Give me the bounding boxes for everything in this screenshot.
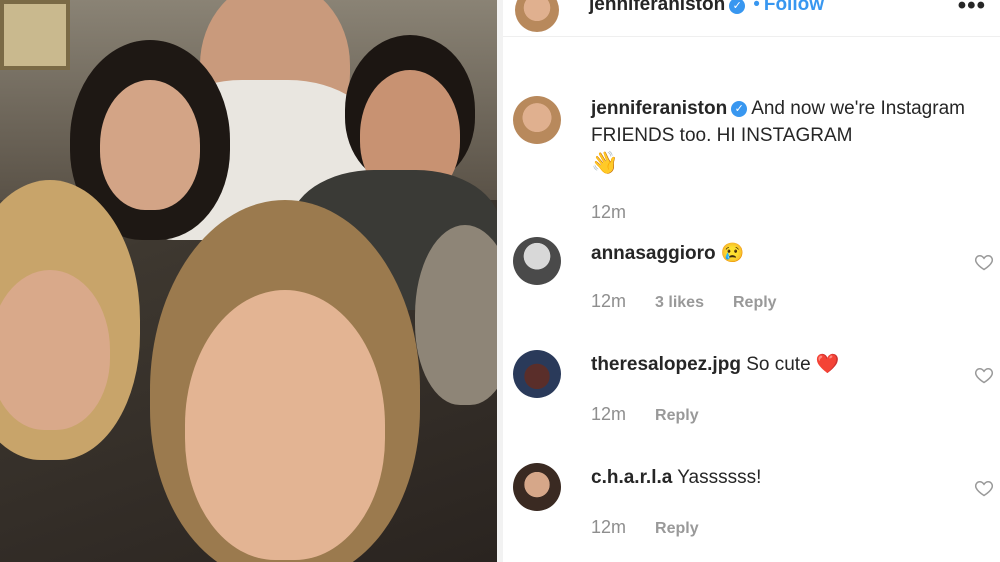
comment-text: c.h.a.r.l.a Yassssss! (591, 464, 980, 491)
comment-row: annasaggioro 😢 12m 3 likes Reply (503, 235, 1000, 325)
comment-time: 12m (591, 517, 627, 537)
comment-username[interactable]: theresalopez.jpg (591, 354, 741, 375)
author-avatar[interactable] (515, 0, 559, 32)
person-front-face (185, 290, 385, 560)
comment-username[interactable]: c.h.a.r.l.a (591, 467, 672, 488)
caption-username[interactable]: jenniferaniston (591, 98, 727, 119)
crying-emoji-icon: 😢 (720, 243, 745, 264)
heart-outline-icon[interactable] (974, 252, 994, 272)
heart-outline-icon[interactable] (974, 478, 994, 498)
caption-time: 12m (591, 202, 627, 222)
comment-meta: 12m Reply (591, 404, 699, 425)
header-line: jenniferaniston ✓ • Follow (589, 0, 824, 16)
reply-button[interactable]: Reply (655, 520, 699, 537)
comment-avatar[interactable] (513, 463, 561, 511)
verified-badge-icon: ✓ (729, 0, 746, 14)
comment-text: theresalopez.jpg So cute ❤️ (591, 351, 980, 378)
post-photo[interactable] (0, 0, 497, 562)
post-header: jenniferaniston ✓ • Follow ••• (503, 0, 1000, 37)
comment-body: So cute (746, 354, 811, 375)
heart-emoji-icon: ❤️ (815, 354, 840, 375)
comment-row: theresalopez.jpg So cute ❤️ 12m Reply (503, 348, 1000, 438)
separator-dot: • (753, 0, 760, 15)
comment-username[interactable]: annasaggioro (591, 243, 716, 264)
follow-button[interactable]: Follow (764, 0, 824, 15)
reply-button[interactable]: Reply (733, 294, 777, 311)
comment-meta: 12m 3 likes Reply (591, 291, 777, 312)
comment-time: 12m (591, 404, 627, 424)
person-face-left (100, 80, 200, 210)
caption-avatar[interactable] (513, 96, 561, 144)
more-options-icon[interactable]: ••• (958, 0, 986, 20)
author-username[interactable]: jenniferaniston (589, 0, 725, 15)
comments-panel: jenniferaniston ✓ • Follow ••• jenniferanis… (503, 0, 1000, 562)
wall-picture (0, 0, 70, 70)
comment-avatar[interactable] (513, 237, 561, 285)
comment-text: annasaggioro 😢 (591, 240, 980, 267)
caption-text: jenniferaniston ✓ And now we're Instagram … (591, 95, 980, 178)
verified-badge-icon: ✓ (731, 100, 748, 117)
reply-button[interactable]: Reply (655, 407, 699, 424)
caption-row: jenniferaniston ✓ And now we're Instagram … (503, 90, 1000, 230)
comment-likes[interactable]: 3 likes (655, 294, 704, 311)
wave-emoji-icon: 👋 (591, 150, 619, 175)
person-face-far-left (0, 270, 110, 430)
comment-time: 12m (591, 291, 627, 311)
heart-outline-icon[interactable] (974, 365, 994, 385)
comment-body: Yassssss! (677, 467, 762, 488)
comment-meta: 12m Reply (591, 517, 699, 538)
comment-avatar[interactable] (513, 350, 561, 398)
comment-row: c.h.a.r.l.a Yassssss! 12m Reply (503, 461, 1000, 551)
